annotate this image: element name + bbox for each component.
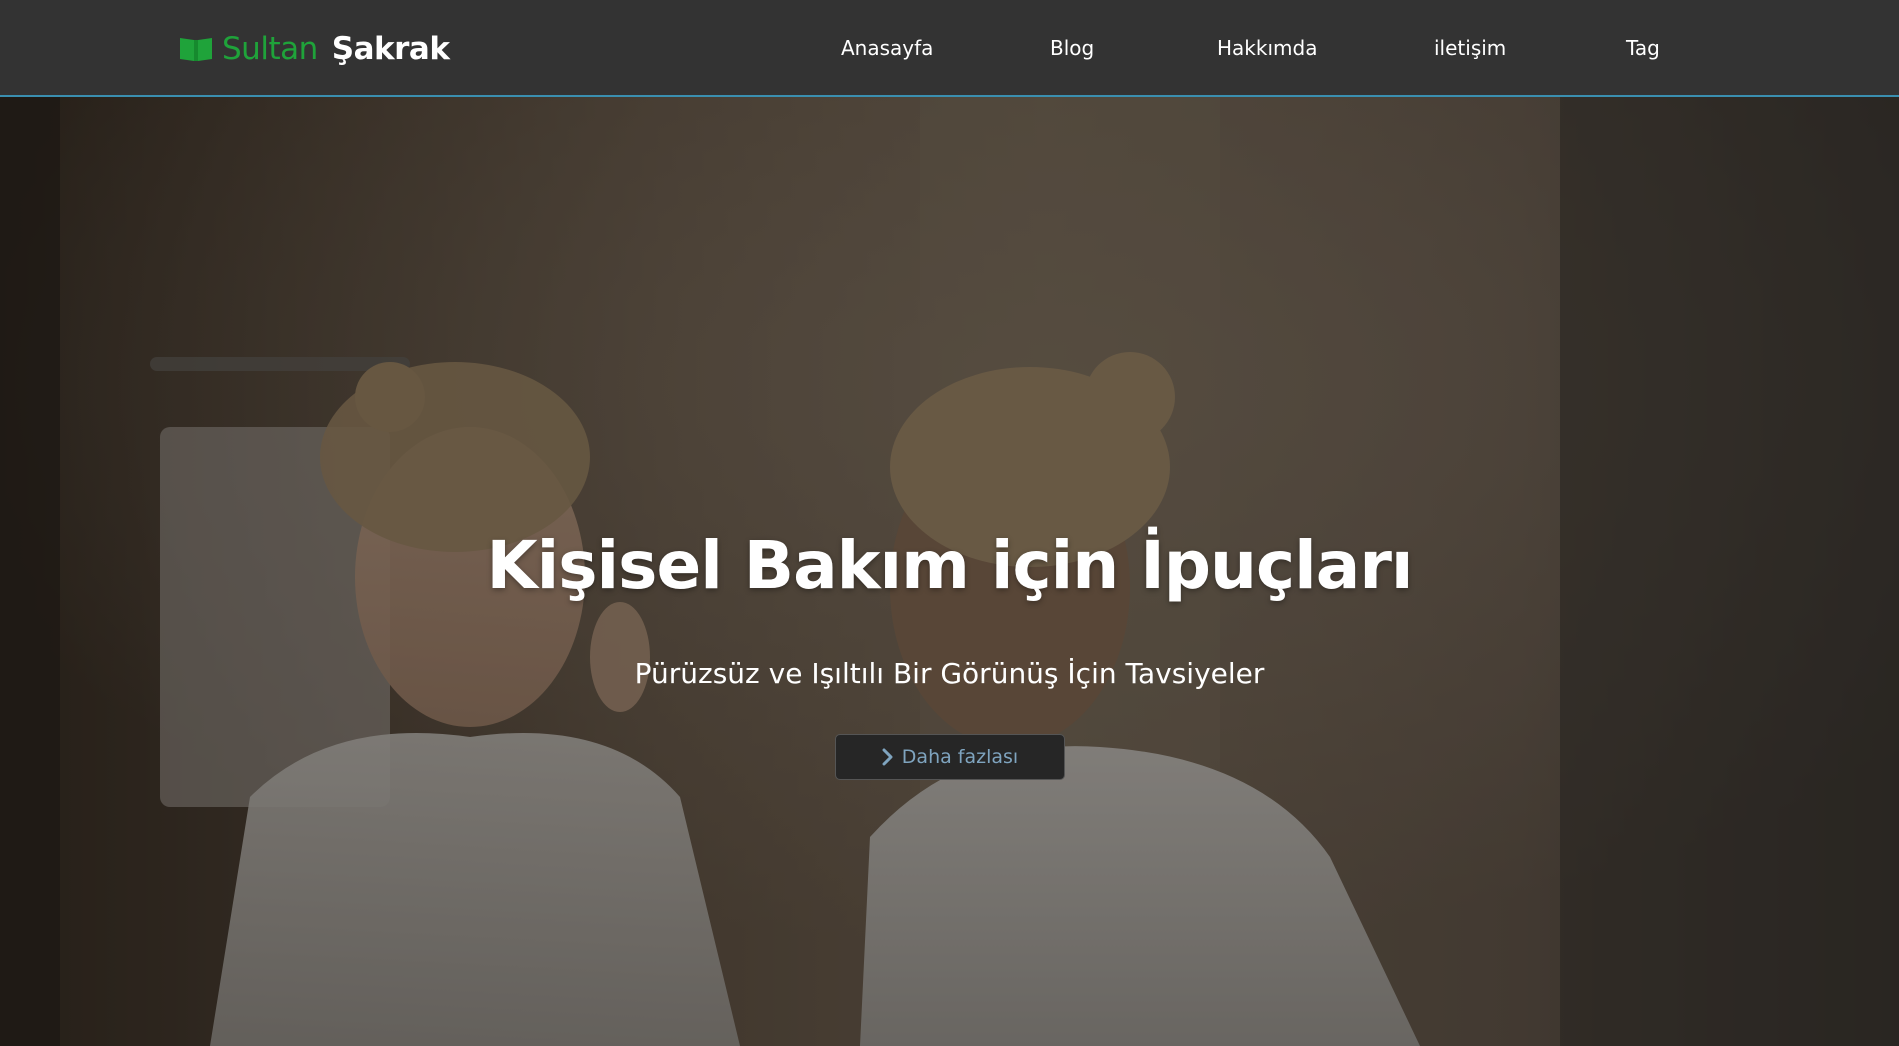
nav-item-blog[interactable]: Blog (1050, 36, 1094, 60)
daha-fazlasi-button[interactable]: Daha fazlası (835, 734, 1065, 780)
nav-item-hakkimda[interactable]: Hakkımda (1217, 36, 1317, 60)
chevron-right-icon (882, 748, 894, 766)
brand-last-name: Şakrak (331, 31, 450, 67)
daha-fazlasi-label: Daha fazlası (901, 746, 1019, 768)
nav-item-tag[interactable]: Tag (1626, 36, 1660, 60)
brand-logo-link[interactable]: Sultan Şakrak (178, 28, 450, 70)
open-book-icon (178, 35, 214, 63)
brand-first-name: Sultan (222, 31, 318, 67)
hero-title: Kişisel Bakım için İpuçları (486, 527, 1413, 604)
nav-item-iletisim[interactable]: iletişim (1434, 36, 1506, 60)
hero-subtitle: Pürüzsüz ve Işıltılı Bir Görünüş İçin Ta… (634, 657, 1265, 690)
hero-section: Kişisel Bakım için İpuçları Pürüzsüz ve … (0, 97, 1899, 1046)
nav-item-anasayfa[interactable]: Anasayfa (841, 36, 933, 60)
top-navbar: Sultan Şakrak Anasayfa Blog Hakkımda ile… (0, 0, 1899, 97)
